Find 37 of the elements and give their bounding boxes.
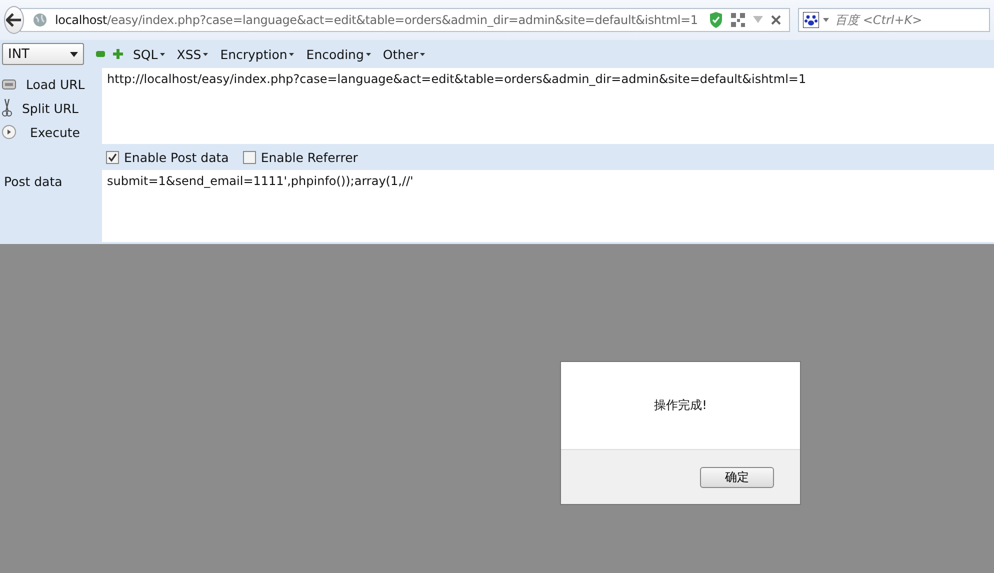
scissors-icon[interactable] — [2, 99, 12, 117]
url-textarea[interactable]: http://localhost/easy/index.php?case=language&act=edit&table=orders&admin_dir=admin&site=default&ishtml=1 — [102, 68, 994, 144]
caret-icon — [160, 52, 165, 56]
menu-button[interactable]: Other — [380, 46, 428, 62]
shield-icon — [709, 12, 723, 28]
alert-message: 操作完成! — [654, 397, 707, 414]
search-box[interactable]: 百度 <Ctrl+K> — [798, 8, 990, 32]
menu-button[interactable]: Encoding — [304, 46, 373, 62]
menu-button[interactable]: Encryption — [218, 46, 296, 62]
checkbox-label: Enable Referrer — [260, 150, 358, 164]
checkbox-label: Enable Post data — [124, 150, 229, 164]
play-icon[interactable] — [2, 125, 16, 139]
qr-code-icon[interactable] — [731, 13, 745, 27]
paw-icon[interactable] — [803, 12, 819, 28]
post-data-label: Post data — [3, 174, 64, 189]
ok-button[interactable]: 确定 — [700, 466, 774, 488]
caret-icon — [289, 52, 294, 56]
post-data-textarea[interactable]: submit=1&send_email=1111',phpinfo());array(1,//' — [102, 170, 994, 242]
action-button[interactable]: Load URL — [26, 76, 85, 92]
action-button[interactable]: Execute — [30, 124, 80, 140]
close-icon[interactable] — [771, 15, 781, 25]
back-button[interactable] — [4, 6, 24, 34]
caret-icon[interactable] — [823, 18, 829, 22]
caret-icon — [70, 52, 78, 56]
globe-icon — [33, 13, 47, 27]
checkbox[interactable] — [106, 150, 119, 164]
plus-icon[interactable] — [113, 49, 123, 59]
menu-button[interactable]: SQL — [131, 46, 167, 62]
action-button[interactable]: Split URL — [22, 100, 78, 116]
type-select[interactable]: INT — [2, 43, 84, 65]
caret-icon — [420, 52, 426, 56]
menu-button[interactable]: XSS — [174, 46, 210, 62]
caret-icon — [366, 52, 371, 56]
url-text: localhost/easy/index.php?case=language&act=edit&table=orders&admin_dir=admin&site=default&ishtml=1 — [55, 13, 699, 27]
caret-icon — [203, 52, 208, 56]
checkbox[interactable] — [242, 150, 256, 164]
address-field[interactable]: localhost/easy/index.php?case=language&act=edit&table=orders&admin_dir=admin&site=default&ishtml=1 — [20, 8, 790, 32]
